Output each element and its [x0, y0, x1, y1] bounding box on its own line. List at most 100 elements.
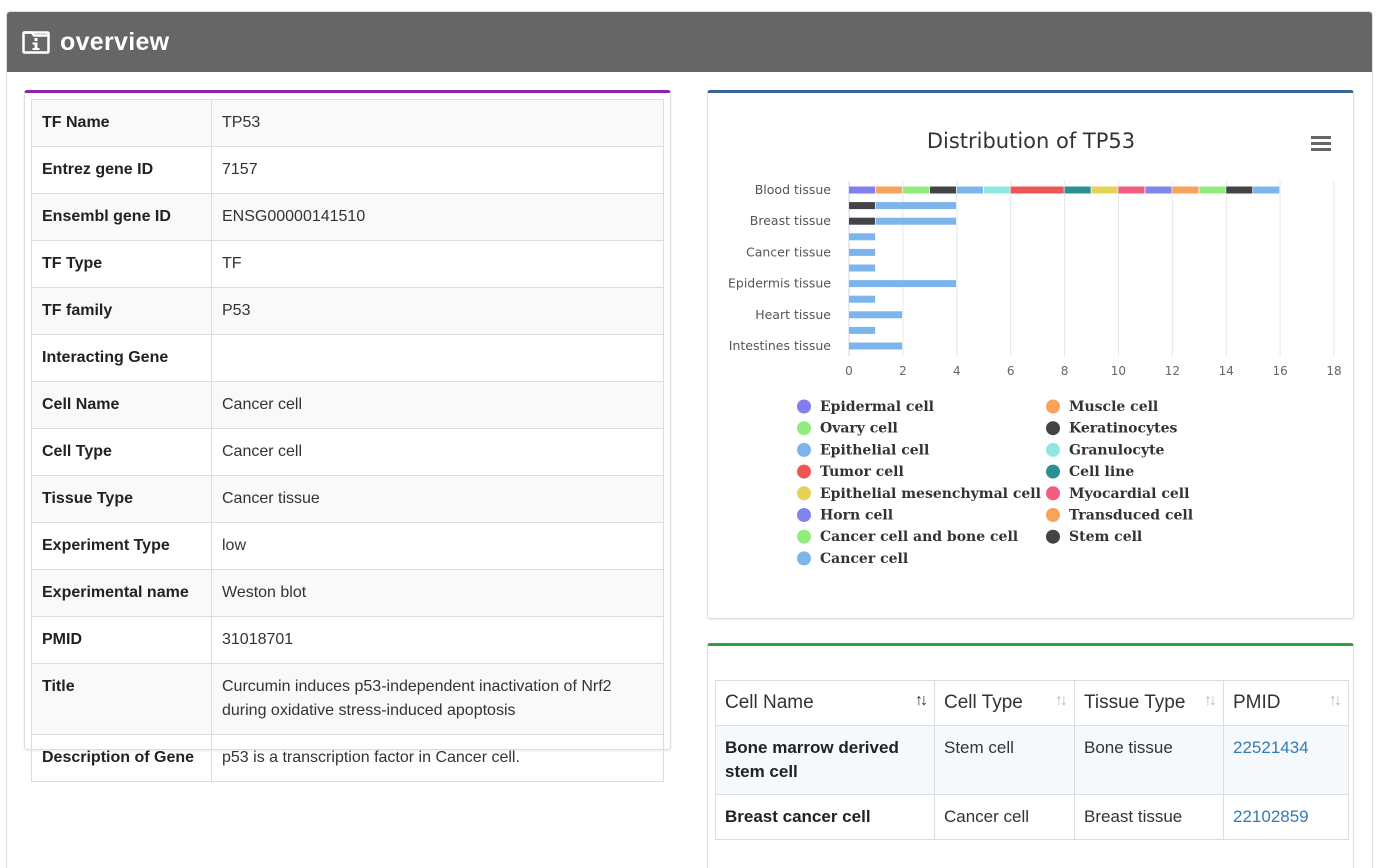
- info-row: Title Curcumin induces p53-independent in…: [31, 663, 664, 735]
- bar-segment[interactable]: [1010, 186, 1064, 194]
- legend-item[interactable]: Stem cell: [1069, 529, 1142, 545]
- info-value: Cancer tissue: [211, 475, 664, 523]
- y-tick-label: Heart tissue: [755, 307, 831, 322]
- bar-segment[interactable]: [983, 186, 1010, 194]
- legend-marker[interactable]: [797, 421, 811, 436]
- table-cell: Cancer cell: [934, 794, 1075, 840]
- column-header[interactable]: PMID ↑↓: [1223, 680, 1349, 726]
- bar-segment[interactable]: [849, 202, 876, 210]
- legend-item[interactable]: Tumor cell: [820, 464, 904, 480]
- y-tick-label: Epidermis tissue: [728, 276, 831, 291]
- legend-item[interactable]: Myocardial cell: [1069, 486, 1189, 502]
- legend-item[interactable]: Cancer cell: [820, 551, 908, 567]
- sort-icon[interactable]: ↑↓: [1055, 689, 1068, 713]
- legend-item[interactable]: Epithelial mesenchymal cell: [820, 486, 1041, 502]
- bar-segment[interactable]: [849, 217, 876, 225]
- legend-marker[interactable]: [1046, 399, 1060, 414]
- legend-item[interactable]: Cancer cell and bone cell: [820, 529, 1018, 545]
- legend-marker[interactable]: [797, 551, 811, 566]
- bar-segment[interactable]: [849, 264, 876, 272]
- bar-segment[interactable]: [1199, 186, 1226, 194]
- bar-segment[interactable]: [1064, 186, 1091, 194]
- info-key: Experiment Type: [31, 522, 212, 570]
- distribution-chart-box: Distribution of TP53 0 2 4 6 8 10 12 14 16 18 Blood…: [707, 90, 1354, 619]
- sort-icon[interactable]: ↑↓: [1204, 689, 1217, 713]
- bar-segment[interactable]: [1253, 186, 1280, 194]
- legend-marker[interactable]: [797, 486, 811, 501]
- info-value: Cancer cell: [211, 381, 664, 429]
- info-row: Interacting Gene: [31, 334, 664, 382]
- table-cell: Bone tissue: [1074, 725, 1224, 795]
- column-header[interactable]: Tissue Type ↑↓: [1074, 680, 1224, 726]
- legend-marker[interactable]: [1046, 442, 1060, 457]
- info-value: TF: [211, 240, 664, 288]
- tf-info-box: TF Name TP53 Entrez gene ID 7157 Ensembl gen…: [24, 90, 671, 782]
- x-tick-label: 6: [1007, 364, 1015, 378]
- legend-marker[interactable]: [797, 399, 811, 414]
- info-key: TF Name: [31, 99, 212, 147]
- info-key: Tissue Type: [31, 475, 212, 523]
- bar-segment[interactable]: [902, 186, 930, 194]
- legend-item[interactable]: Ovary cell: [820, 421, 898, 437]
- x-tick-label: 12: [1165, 364, 1180, 378]
- table-cell: Bone marrow derived stem cell: [715, 725, 935, 795]
- legend-item[interactable]: Granulocyte: [1069, 442, 1165, 458]
- sort-icon[interactable]: ↑↓: [1329, 689, 1342, 713]
- bar-segment[interactable]: [875, 202, 956, 210]
- bar-segment[interactable]: [849, 295, 876, 303]
- bar-segment[interactable]: [875, 186, 903, 194]
- column-header[interactable]: Cell Type ↑↓: [934, 680, 1075, 726]
- table-row: Breast cancer cell Cancer cell Breast tiss…: [715, 794, 1349, 840]
- bar-segment[interactable]: [849, 280, 956, 288]
- bar-segment[interactable]: [849, 186, 876, 194]
- pmid-link[interactable]: 31018701: [211, 616, 664, 664]
- info-row: Cell Name Cancer cell: [31, 381, 664, 429]
- bar-segment[interactable]: [1172, 186, 1199, 194]
- legend-marker[interactable]: [797, 529, 811, 544]
- legend-marker[interactable]: [1046, 508, 1060, 522]
- bar-segment[interactable]: [849, 342, 903, 350]
- y-tick-label: Breast tissue: [750, 213, 831, 228]
- legend-marker[interactable]: [1046, 486, 1060, 501]
- bar-segment[interactable]: [875, 217, 956, 225]
- pmid-link[interactable]: 22521434: [1223, 725, 1349, 795]
- info-value: 7157: [211, 146, 664, 194]
- bar-segment[interactable]: [1226, 186, 1253, 194]
- bar-segment[interactable]: [956, 186, 983, 194]
- legend-item[interactable]: Muscle cell: [1069, 399, 1158, 415]
- legend-item[interactable]: Cell line: [1069, 464, 1134, 480]
- legend-item[interactable]: Horn cell: [820, 508, 893, 524]
- legend-item[interactable]: Transduced cell: [1069, 508, 1193, 524]
- legend-marker[interactable]: [797, 508, 811, 522]
- legend-item[interactable]: Keratinocytes: [1069, 421, 1178, 437]
- bar-segment[interactable]: [849, 311, 903, 319]
- column-header-label: Tissue Type: [1084, 692, 1186, 713]
- info-key: Description of Gene: [31, 734, 212, 782]
- legend-marker[interactable]: [797, 442, 811, 457]
- x-tick-label: 4: [953, 364, 961, 378]
- panel-header: overview: [7, 12, 1372, 72]
- legend-marker[interactable]: [1046, 529, 1060, 544]
- legend-item[interactable]: Epithelial cell: [820, 442, 929, 458]
- pmid-link[interactable]: 22102859: [1223, 794, 1349, 840]
- bar-segment[interactable]: [1145, 186, 1172, 194]
- bar-segment[interactable]: [849, 248, 876, 256]
- legend-marker[interactable]: [1046, 464, 1060, 479]
- info-value: [211, 334, 664, 382]
- x-tick-label: 14: [1219, 364, 1234, 378]
- distribution-chart: Distribution of TP53 0 2 4 6 8 10 12 14 16 18 Blood…: [728, 129, 1342, 567]
- sort-icon[interactable]: ↑↓: [915, 689, 928, 713]
- legend-marker[interactable]: [1046, 421, 1060, 436]
- bar-segment[interactable]: [929, 186, 956, 194]
- hamburger-menu-icon[interactable]: [1311, 136, 1331, 151]
- legend-item[interactable]: Epidermal cell: [820, 399, 934, 415]
- info-row: TF Type TF: [31, 240, 664, 288]
- legend-marker[interactable]: [797, 464, 811, 479]
- x-tick-label: 16: [1272, 364, 1287, 378]
- bar-segment[interactable]: [1091, 186, 1118, 194]
- bar-segment[interactable]: [849, 233, 876, 241]
- info-value: Weston blot: [211, 569, 664, 617]
- bar-segment[interactable]: [1118, 186, 1145, 194]
- column-header[interactable]: Cell Name ↑↓: [715, 680, 935, 726]
- bar-segment[interactable]: [849, 326, 876, 334]
